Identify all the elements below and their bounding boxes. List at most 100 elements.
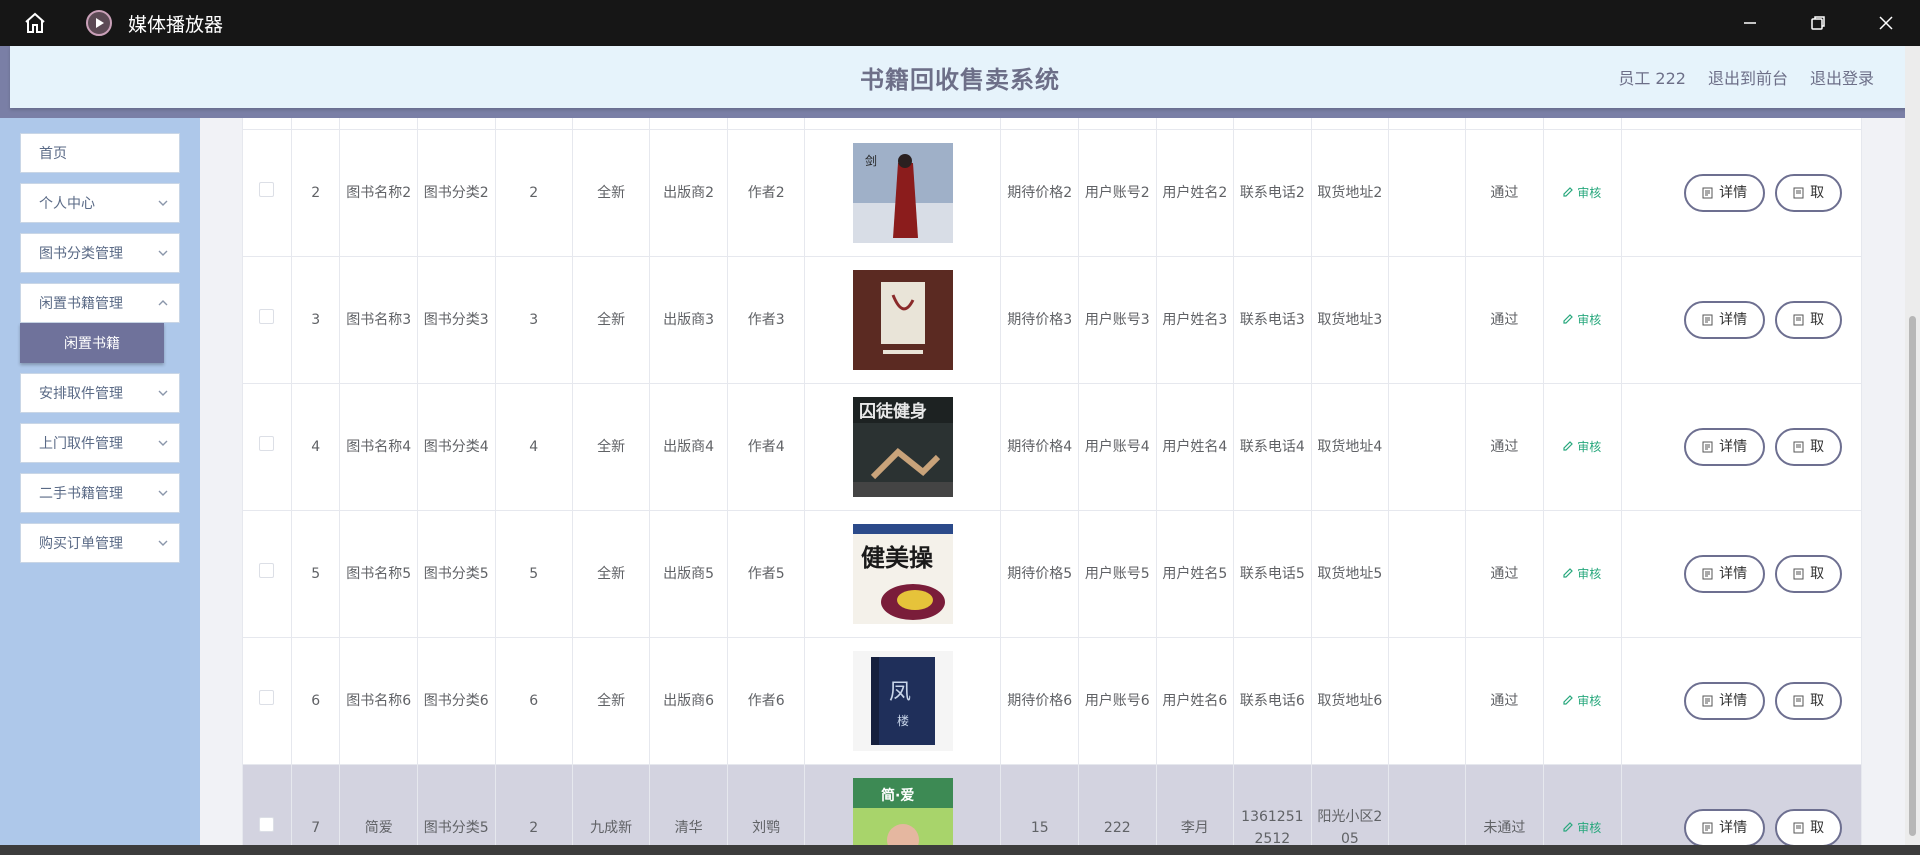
- cell-audit-status: 通过: [1465, 510, 1544, 638]
- app-frame: 书籍回收售卖系统 员工 222 退出到前台 退出登录 首页 个人中心 图书分类管…: [0, 46, 1920, 845]
- cell-contact-phone: 联系电话4: [1233, 383, 1312, 511]
- sidebar-item-home[interactable]: 首页: [20, 133, 180, 173]
- sidebar-subitem-idle-books[interactable]: 闲置书籍: [20, 323, 164, 363]
- edit-icon: [1563, 822, 1574, 832]
- cell-operations: 详情 取: [1621, 129, 1862, 257]
- document-icon: [1793, 187, 1804, 199]
- document-icon: [1702, 441, 1713, 453]
- detail-button[interactable]: 详情: [1684, 174, 1766, 212]
- row-checkbox-cell[interactable]: [242, 510, 292, 638]
- second-action-button[interactable]: 取: [1775, 682, 1843, 720]
- table-row: 4 图书名称4 图书分类4 4 全新 出版商4 作者4 囚徒健身 期待价格4 用户账号4 用户姓名4…: [242, 383, 1862, 511]
- row-checkbox[interactable]: [259, 182, 275, 197]
- row-checkbox-cell[interactable]: [242, 637, 292, 765]
- bottom-bar: [0, 845, 1920, 855]
- cell-condition: 全新: [571, 637, 651, 765]
- cell-book-name: 图书名称4: [339, 383, 418, 511]
- audit-link[interactable]: 审核: [1563, 821, 1601, 835]
- second-action-button[interactable]: 取: [1775, 174, 1843, 212]
- second-action-button[interactable]: 取: [1775, 301, 1843, 339]
- row-checkbox[interactable]: [259, 563, 275, 578]
- sidebar-item-personal-center[interactable]: 个人中心: [20, 183, 180, 223]
- cell-empty: [1388, 764, 1467, 845]
- edit-icon: [1563, 568, 1574, 578]
- cell-pickup-address: 取货地址2: [1310, 129, 1390, 257]
- second-action-button[interactable]: 取: [1775, 428, 1843, 466]
- row-checkbox-cell[interactable]: [242, 129, 292, 257]
- cell-user-name: 用户姓名3: [1155, 256, 1235, 384]
- exit-to-front-link[interactable]: 退出到前台: [1708, 65, 1788, 89]
- cell-contact-phone: 13612512512: [1233, 764, 1312, 845]
- cell-expected-price: 期待价格2: [1000, 129, 1080, 257]
- window-titlebar: 媒体播放器: [0, 0, 1920, 46]
- audit-link[interactable]: 审核: [1563, 186, 1601, 200]
- cell-pickup-address: 阳光小区205: [1310, 764, 1390, 845]
- sidebar-item-category-management[interactable]: 图书分类管理: [20, 233, 180, 273]
- table-row: 3 图书名称3 图书分类3 3 全新 出版商3 作者3 期待价格3 用户账号3 用户姓名3 联系电话…: [242, 256, 1862, 384]
- cell-audit-action: 审核: [1542, 129, 1623, 257]
- home-button[interactable]: [0, 0, 70, 46]
- audit-label: 审核: [1577, 821, 1602, 835]
- row-checkbox-cell[interactable]: [242, 256, 292, 384]
- cell-user-name: 李月: [1155, 764, 1235, 845]
- row-checkbox[interactable]: [259, 817, 275, 832]
- table-row: 7 简爱 图书分类5 2 九成新 清华 刘鹗 简·爱 15 222 李月 13612512512 阳光小…: [242, 764, 1862, 845]
- logout-link[interactable]: 退出登录: [1810, 65, 1874, 89]
- second-action-button[interactable]: 取: [1775, 809, 1843, 845]
- cell-operations: 详情 取: [1621, 637, 1862, 765]
- second-action-button[interactable]: 取: [1775, 555, 1843, 593]
- detail-button[interactable]: 详情: [1684, 301, 1766, 339]
- cell-expected-price: 期待价格4: [1000, 383, 1080, 511]
- detail-button[interactable]: 详情: [1684, 809, 1766, 845]
- cell-user-account: 用户账号2: [1078, 129, 1157, 257]
- sidebar-item-label: 图书分类管理: [39, 246, 123, 262]
- audit-label: 审核: [1577, 313, 1602, 327]
- cell-operations: 详情 取: [1621, 510, 1862, 638]
- sidebar-item-door-pickup[interactable]: 上门取件管理: [20, 423, 180, 463]
- vertical-scrollbar[interactable]: [1905, 46, 1920, 845]
- detail-button[interactable]: 详情: [1684, 428, 1766, 466]
- cell-audit-status: 未通过: [1465, 764, 1544, 845]
- close-button[interactable]: [1852, 0, 1920, 46]
- row-checkbox-cell[interactable]: [242, 383, 292, 511]
- cell-cover: 剑: [804, 129, 1002, 257]
- audit-link[interactable]: 审核: [1563, 440, 1601, 454]
- audit-link[interactable]: 审核: [1563, 313, 1601, 327]
- cell-operations: 详情 取: [1621, 764, 1862, 845]
- row-checkbox-cell[interactable]: [242, 764, 292, 845]
- detail-button[interactable]: 详情: [1684, 682, 1766, 720]
- cell-quantity: 5: [494, 510, 573, 638]
- sidebar-item-secondhand-books[interactable]: 二手书籍管理: [20, 473, 180, 513]
- restore-button[interactable]: [1784, 0, 1852, 46]
- cell-book-category: 图书分类5: [417, 510, 496, 638]
- row-checkbox[interactable]: [259, 436, 275, 451]
- sidebar-item-label: 安排取件管理: [39, 386, 123, 402]
- cell-condition: 九成新: [571, 764, 651, 845]
- chevron-down-icon: [158, 540, 168, 546]
- detail-button[interactable]: 详情: [1684, 555, 1766, 593]
- document-icon: [1793, 441, 1804, 453]
- cell-cover: [804, 256, 1002, 384]
- cell-operations: 详情 取: [1621, 383, 1862, 511]
- sidebar-item-pickup-scheduling[interactable]: 安排取件管理: [20, 373, 180, 413]
- book-cover-image: [852, 270, 953, 370]
- cell-cover: 健美操: [804, 510, 1002, 638]
- document-icon: [1793, 695, 1804, 707]
- cell-row-index: 2: [290, 129, 341, 257]
- minimize-button[interactable]: [1716, 0, 1784, 46]
- audit-link[interactable]: 审核: [1563, 694, 1601, 708]
- cell-expected-price: 期待价格5: [1000, 510, 1080, 638]
- row-checkbox[interactable]: [259, 309, 275, 324]
- row-checkbox[interactable]: [259, 690, 275, 705]
- sidebar-item-purchase-orders[interactable]: 购买订单管理: [20, 523, 180, 563]
- document-icon: [1793, 568, 1804, 580]
- cell-author: 作者6: [726, 637, 806, 765]
- close-icon: [1879, 16, 1893, 30]
- book-cover-image: 健美操: [852, 524, 953, 624]
- scrollbar-thumb[interactable]: [1909, 316, 1916, 836]
- sidebar-item-idle-books-management[interactable]: 闲置书籍管理: [20, 283, 180, 323]
- cell-audit-status: 通过: [1465, 383, 1544, 511]
- cell-audit-action: 审核: [1542, 383, 1623, 511]
- cell-publisher: 出版商3: [649, 256, 728, 384]
- audit-link[interactable]: 审核: [1563, 567, 1601, 581]
